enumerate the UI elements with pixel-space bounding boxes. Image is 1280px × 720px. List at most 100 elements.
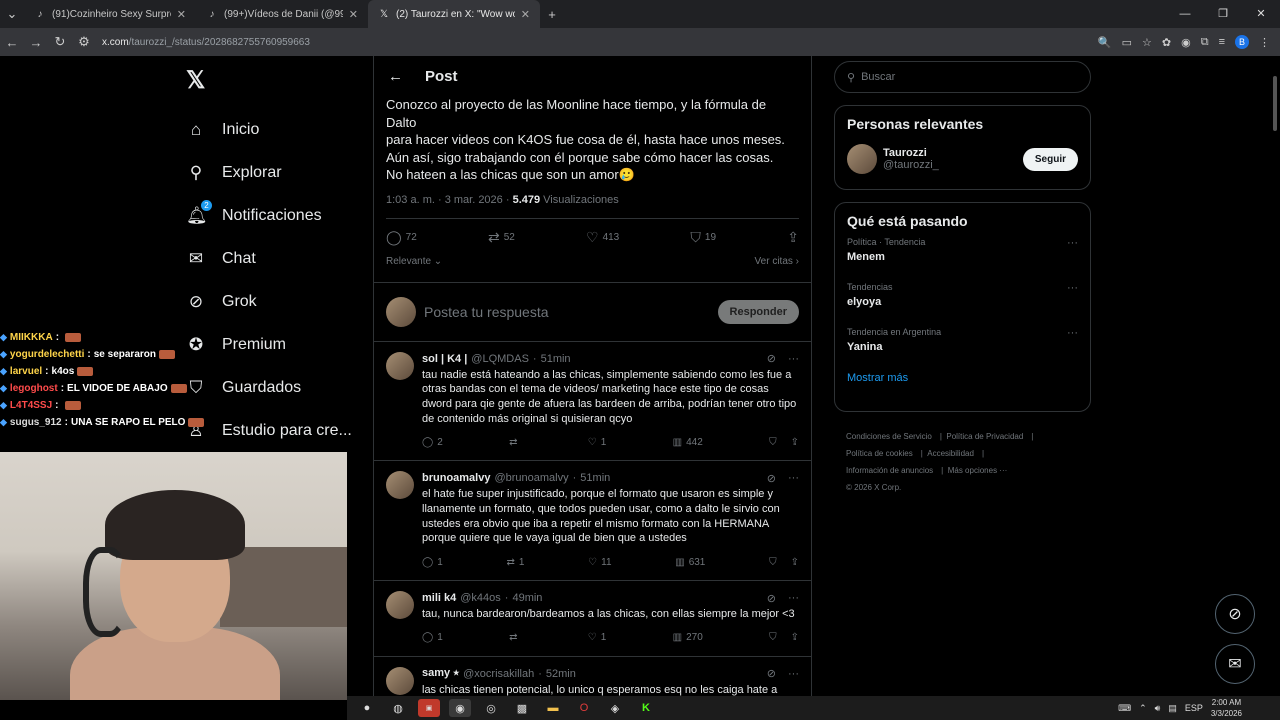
extensions-puzzle-icon[interactable]: ⧉ xyxy=(1201,36,1209,49)
reply-time[interactable]: 49min xyxy=(512,592,542,604)
share-icon[interactable]: ⇪ xyxy=(791,632,799,643)
reply-handle[interactable]: @brunoamalvy xyxy=(494,472,568,484)
reply-post[interactable]: mili k4 @k44os · 49min ⊘ ··· tau, nunca … xyxy=(374,581,811,657)
reply-post[interactable]: sol | K4 | @LQMDAS · 51min ⊘ ··· tau nad… xyxy=(374,342,811,462)
reply-button[interactable]: ◯ 72 xyxy=(386,229,417,246)
sidebar-item-estudio[interactable]: ♙ Estudio para cre... xyxy=(186,409,351,452)
avatar[interactable] xyxy=(386,591,414,620)
avatar[interactable] xyxy=(386,351,414,380)
reply-handle[interactable]: @LQMDAS xyxy=(471,353,529,365)
reply-author[interactable]: samy ⭑ xyxy=(422,667,459,680)
menu-icon[interactable]: ⋮ xyxy=(1259,36,1270,49)
restore-icon[interactable]: ❐ xyxy=(1204,0,1242,28)
capcut-icon[interactable]: ▩ xyxy=(511,699,533,717)
relevant-user[interactable]: Taurozzi @taurozzi_ Seguir xyxy=(835,132,1090,186)
close-icon[interactable]: ✕ xyxy=(349,8,358,21)
url-field[interactable]: x.com/taurozzi_/status/20286827557609596… xyxy=(102,37,310,48)
extension-icon[interactable]: ◉ xyxy=(1181,36,1191,49)
bookmark-button[interactable]: ⛉ 19 xyxy=(690,229,716,246)
share-icon[interactable]: ⇪ xyxy=(791,437,799,448)
scrollbar-thumb[interactable] xyxy=(1273,76,1277,131)
like-button[interactable]: ♡ 1 xyxy=(588,632,607,643)
extension-icon[interactable]: ✿ xyxy=(1162,36,1171,49)
obs-icon[interactable]: ◎ xyxy=(480,699,502,717)
sidebar-item-chat[interactable]: ✉ Chat xyxy=(186,237,352,280)
media-icon[interactable]: ≡ xyxy=(1219,36,1225,48)
browser-tab-1[interactable]: ♪ (91)Cozinheiro Sexy Surpreende ✕ xyxy=(24,0,196,28)
footer-link[interactable]: Condiciones de Servicio xyxy=(846,432,932,441)
bookmark-star-icon[interactable]: ☆ xyxy=(1142,36,1152,49)
repost-button[interactable]: ⇄ xyxy=(509,437,521,448)
profile-avatar[interactable]: B xyxy=(1235,35,1249,49)
follow-button[interactable]: Seguir xyxy=(1022,147,1078,171)
language-indicator[interactable]: ESP xyxy=(1185,703,1203,713)
messages-fab-button[interactable]: ✉ xyxy=(1215,644,1255,684)
grok-icon[interactable]: ⊘ xyxy=(767,592,776,605)
reply-time[interactable]: 51min xyxy=(580,472,610,484)
reply-input[interactable]: Postea tu respuesta xyxy=(424,304,718,320)
chrome-icon[interactable]: ◉ xyxy=(449,699,471,717)
grok-icon[interactable]: ⊘ xyxy=(767,352,776,365)
app-icon[interactable]: ▣ xyxy=(418,699,440,717)
sidebar-item-guardados[interactable]: ⛉ Guardados xyxy=(186,366,352,409)
views-button[interactable]: ▥ 631 xyxy=(675,557,705,568)
more-icon[interactable]: ··· xyxy=(788,668,799,680)
more-icon[interactable]: ··· xyxy=(1067,237,1078,249)
app-icon[interactable]: ● xyxy=(356,699,378,717)
more-icon[interactable]: ··· xyxy=(788,353,799,365)
minimize-icon[interactable]: — xyxy=(1166,0,1204,28)
reply-time[interactable]: 52min xyxy=(546,668,576,680)
trend-item[interactable]: Política · Tendencia Menem ··· xyxy=(835,229,1090,274)
bookmark-icon[interactable]: ⛉ xyxy=(769,632,777,643)
like-button[interactable]: ♡ 11 xyxy=(588,557,611,568)
new-tab-icon[interactable]: + xyxy=(540,7,564,22)
avatar[interactable] xyxy=(386,666,414,695)
x-logo[interactable]: 𝕏 xyxy=(186,66,205,95)
grok-fab-button[interactable]: ⊘ xyxy=(1215,594,1255,634)
more-icon[interactable]: ··· xyxy=(788,472,799,484)
tray-arrow-icon[interactable]: ⌃ xyxy=(1139,703,1147,714)
repost-button[interactable]: ⇄ xyxy=(509,632,521,643)
reload-icon[interactable]: ↻ xyxy=(48,34,72,50)
browser-tab-2[interactable]: ♪ (99+)Vídeos de Danii (@99.do ✕ xyxy=(196,0,368,28)
footer-link[interactable]: Política de cookies xyxy=(846,449,913,458)
footer-link[interactable]: Más opciones ··· xyxy=(948,466,1008,475)
close-icon[interactable]: ✕ xyxy=(177,8,186,21)
browser-tab-3[interactable]: 𝕏 (2) Taurozzi en X: "Wow wow ta ✕ xyxy=(368,0,540,28)
clock[interactable]: 2:00 AM 3/3/2026 xyxy=(1211,697,1242,719)
site-info-icon[interactable]: ⚙ xyxy=(72,34,96,50)
reply-author[interactable]: brunoamalvy xyxy=(422,472,490,484)
sidebar-item-grok[interactable]: ⊘ Grok xyxy=(186,280,352,323)
app-icon[interactable]: ◈ xyxy=(604,699,626,717)
reply-submit-button[interactable]: Responder xyxy=(717,299,799,324)
sort-dropdown[interactable]: Relevante ⌄ xyxy=(386,256,442,274)
views-button[interactable]: ▥ 442 xyxy=(673,437,703,448)
more-icon[interactable]: ··· xyxy=(1067,327,1078,339)
scrollbar[interactable] xyxy=(1270,56,1280,696)
like-button[interactable]: ♡ 413 xyxy=(586,229,619,246)
zoom-icon[interactable]: 🔍 xyxy=(1098,36,1112,49)
show-more-link[interactable]: Mostrar más xyxy=(835,364,1090,384)
reply-button[interactable]: ◯ 2 xyxy=(422,437,443,448)
reply-post[interactable]: samy ⭑ @xocrisakillah · 52min ⊘ ··· las … xyxy=(374,657,811,696)
discord-icon[interactable]: ◍ xyxy=(387,699,409,717)
opera-icon[interactable]: O xyxy=(573,699,595,717)
share-button[interactable]: ⇪ xyxy=(787,229,799,246)
grok-icon[interactable]: ⊘ xyxy=(767,472,776,485)
tab-search-icon[interactable]: ⌄ xyxy=(0,6,24,22)
sidebar-item-premium[interactable]: ✪ Premium xyxy=(186,323,352,366)
bookmark-icon[interactable]: ⛉ xyxy=(769,437,777,448)
reply-handle[interactable]: @xocrisakillah xyxy=(463,668,534,680)
sidebar-item-notificaciones[interactable]: 🔔︎ 2 Notificaciones xyxy=(186,194,352,237)
views-button[interactable]: ▥ 270 xyxy=(673,632,703,643)
reply-post[interactable]: brunoamalvy @brunoamalvy · 51min ⊘ ··· e… xyxy=(374,461,811,582)
sidebar-item-explorar[interactable]: ⚲ Explorar xyxy=(186,151,352,194)
volume-icon[interactable]: 🔊︎ xyxy=(1155,703,1161,714)
back-arrow-icon[interactable]: ← xyxy=(388,68,403,85)
search-input[interactable]: ⚲ Buscar xyxy=(834,61,1091,93)
grok-icon[interactable]: ⊘ xyxy=(767,667,776,680)
more-icon[interactable]: ··· xyxy=(788,592,799,604)
back-icon[interactable]: ← xyxy=(0,35,24,50)
sidebar-item-inicio[interactable]: ⌂ Inicio xyxy=(186,108,352,151)
close-window-icon[interactable]: ✕ xyxy=(1242,0,1280,28)
